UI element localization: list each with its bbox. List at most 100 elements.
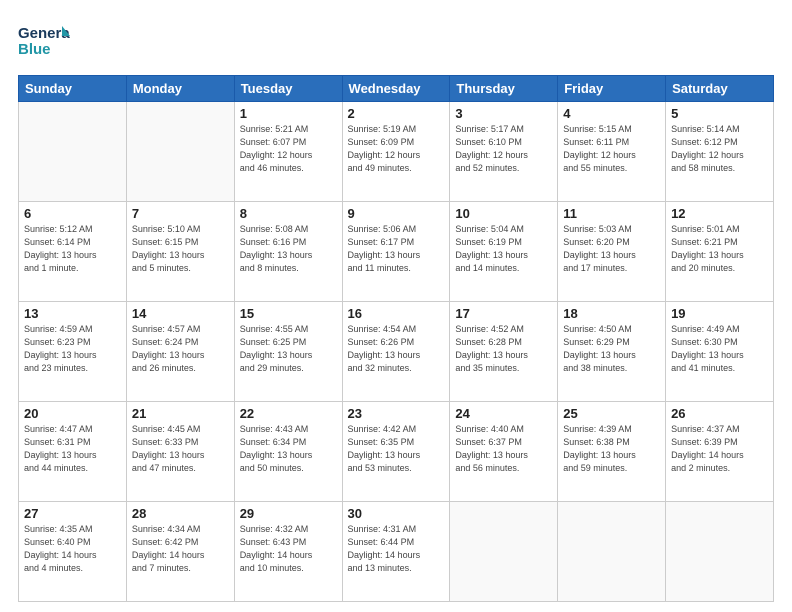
calendar-cell <box>126 102 234 202</box>
day-info: Sunrise: 4:47 AM Sunset: 6:31 PM Dayligh… <box>24 423 121 475</box>
day-number: 10 <box>455 206 552 221</box>
day-number: 22 <box>240 406 337 421</box>
week-row-5: 27Sunrise: 4:35 AM Sunset: 6:40 PM Dayli… <box>19 502 774 602</box>
calendar-cell: 29 Sunrise: 4:32 AM Sunset: 6:43 PM Dayli… <box>234 502 342 602</box>
calendar-cell: 8Sunrise: 5:08 AM Sunset: 6:16 PM Daylig… <box>234 202 342 302</box>
day-number: 28 <box>132 506 229 521</box>
day-info: Sunrise: 5:04 AM Sunset: 6:19 PM Dayligh… <box>455 223 552 275</box>
calendar-cell: 23 Sunrise: 4:42 AM Sunset: 6:35 PM Dayli… <box>342 402 450 502</box>
day-info: Sunrise: 4:54 AM Sunset: 6:26 PM Dayligh… <box>348 323 445 375</box>
calendar-cell: 16 Sunrise: 4:54 AM Sunset: 6:26 PM Dayli… <box>342 302 450 402</box>
day-number: 21 <box>132 406 229 421</box>
day-number: 23 <box>348 406 445 421</box>
calendar-cell: 28 Sunrise: 4:34 AM Sunset: 6:42 PM Dayli… <box>126 502 234 602</box>
day-info: Sunrise: 4:55 AM Sunset: 6:25 PM Dayligh… <box>240 323 337 375</box>
day-info: Sunrise: 4:57 AM Sunset: 6:24 PM Dayligh… <box>132 323 229 375</box>
calendar-cell: 24 Sunrise: 4:40 AM Sunset: 6:37 PM Dayli… <box>450 402 558 502</box>
week-row-3: 13Sunrise: 4:59 AM Sunset: 6:23 PM Dayli… <box>19 302 774 402</box>
logo: General Blue <box>18 18 70 67</box>
calendar-cell: 1 Sunrise: 5:21 AM Sunset: 6:07 PM Daylig… <box>234 102 342 202</box>
day-info: Sunrise: 4:32 AM Sunset: 6:43 PM Dayligh… <box>240 523 337 575</box>
day-number: 12 <box>671 206 768 221</box>
calendar-cell <box>666 502 774 602</box>
day-number: 17 <box>455 306 552 321</box>
week-row-1: 1 Sunrise: 5:21 AM Sunset: 6:07 PM Daylig… <box>19 102 774 202</box>
calendar-cell: 5 Sunrise: 5:14 AM Sunset: 6:12 PM Daylig… <box>666 102 774 202</box>
day-info: Sunrise: 4:42 AM Sunset: 6:35 PM Dayligh… <box>348 423 445 475</box>
day-info: Sunrise: 5:19 AM Sunset: 6:09 PM Dayligh… <box>348 123 445 175</box>
weekday-header-saturday: Saturday <box>666 76 774 102</box>
calendar-table: SundayMondayTuesdayWednesdayThursdayFrid… <box>18 75 774 602</box>
weekday-header-tuesday: Tuesday <box>234 76 342 102</box>
day-info: Sunrise: 4:39 AM Sunset: 6:38 PM Dayligh… <box>563 423 660 475</box>
day-info: Sunrise: 5:14 AM Sunset: 6:12 PM Dayligh… <box>671 123 768 175</box>
calendar-cell: 4 Sunrise: 5:15 AM Sunset: 6:11 PM Daylig… <box>558 102 666 202</box>
day-info: Sunrise: 5:01 AM Sunset: 6:21 PM Dayligh… <box>671 223 768 275</box>
calendar-cell: 2 Sunrise: 5:19 AM Sunset: 6:09 PM Daylig… <box>342 102 450 202</box>
calendar-cell: 21 Sunrise: 4:45 AM Sunset: 6:33 PM Dayli… <box>126 402 234 502</box>
day-info: Sunrise: 5:17 AM Sunset: 6:10 PM Dayligh… <box>455 123 552 175</box>
page: General Blue SundayMondayTuesdayWednesda… <box>0 0 792 612</box>
day-info: Sunrise: 4:43 AM Sunset: 6:34 PM Dayligh… <box>240 423 337 475</box>
day-number: 6 <box>24 206 121 221</box>
day-number: 2 <box>348 106 445 121</box>
day-number: 9 <box>348 206 445 221</box>
weekday-header-sunday: Sunday <box>19 76 127 102</box>
calendar-cell: 6Sunrise: 5:12 AM Sunset: 6:14 PM Daylig… <box>19 202 127 302</box>
weekday-header-row: SundayMondayTuesdayWednesdayThursdayFrid… <box>19 76 774 102</box>
calendar-cell: 20 Sunrise: 4:47 AM Sunset: 6:31 PM Dayli… <box>19 402 127 502</box>
calendar-cell: 9Sunrise: 5:06 AM Sunset: 6:17 PM Daylig… <box>342 202 450 302</box>
calendar-cell: 19Sunrise: 4:49 AM Sunset: 6:30 PM Dayli… <box>666 302 774 402</box>
calendar-cell: 14Sunrise: 4:57 AM Sunset: 6:24 PM Dayli… <box>126 302 234 402</box>
calendar-cell: 27Sunrise: 4:35 AM Sunset: 6:40 PM Dayli… <box>19 502 127 602</box>
day-info: Sunrise: 4:52 AM Sunset: 6:28 PM Dayligh… <box>455 323 552 375</box>
calendar-cell: 10 Sunrise: 5:04 AM Sunset: 6:19 PM Dayli… <box>450 202 558 302</box>
day-info: Sunrise: 5:03 AM Sunset: 6:20 PM Dayligh… <box>563 223 660 275</box>
day-number: 7 <box>132 206 229 221</box>
week-row-2: 6Sunrise: 5:12 AM Sunset: 6:14 PM Daylig… <box>19 202 774 302</box>
day-info: Sunrise: 4:50 AM Sunset: 6:29 PM Dayligh… <box>563 323 660 375</box>
day-info: Sunrise: 5:10 AM Sunset: 6:15 PM Dayligh… <box>132 223 229 275</box>
day-number: 24 <box>455 406 552 421</box>
day-number: 13 <box>24 306 121 321</box>
calendar-cell <box>558 502 666 602</box>
day-number: 5 <box>671 106 768 121</box>
calendar-cell: 12 Sunrise: 5:01 AM Sunset: 6:21 PM Dayli… <box>666 202 774 302</box>
day-number: 30 <box>348 506 445 521</box>
calendar-cell <box>450 502 558 602</box>
calendar-cell <box>19 102 127 202</box>
header: General Blue <box>18 18 774 67</box>
logo-icon: General Blue <box>18 18 70 62</box>
day-info: Sunrise: 4:31 AM Sunset: 6:44 PM Dayligh… <box>348 523 445 575</box>
week-row-4: 20 Sunrise: 4:47 AM Sunset: 6:31 PM Dayli… <box>19 402 774 502</box>
day-info: Sunrise: 5:08 AM Sunset: 6:16 PM Dayligh… <box>240 223 337 275</box>
day-number: 11 <box>563 206 660 221</box>
weekday-header-monday: Monday <box>126 76 234 102</box>
calendar-cell: 26 Sunrise: 4:37 AM Sunset: 6:39 PM Dayli… <box>666 402 774 502</box>
day-number: 19 <box>671 306 768 321</box>
weekday-header-wednesday: Wednesday <box>342 76 450 102</box>
calendar-cell: 17 Sunrise: 4:52 AM Sunset: 6:28 PM Dayli… <box>450 302 558 402</box>
day-number: 26 <box>671 406 768 421</box>
day-info: Sunrise: 4:37 AM Sunset: 6:39 PM Dayligh… <box>671 423 768 475</box>
day-number: 1 <box>240 106 337 121</box>
day-number: 4 <box>563 106 660 121</box>
day-info: Sunrise: 4:40 AM Sunset: 6:37 PM Dayligh… <box>455 423 552 475</box>
calendar-cell: 7 Sunrise: 5:10 AM Sunset: 6:15 PM Daylig… <box>126 202 234 302</box>
calendar-cell: 13Sunrise: 4:59 AM Sunset: 6:23 PM Dayli… <box>19 302 127 402</box>
weekday-header-thursday: Thursday <box>450 76 558 102</box>
day-info: Sunrise: 4:34 AM Sunset: 6:42 PM Dayligh… <box>132 523 229 575</box>
day-number: 18 <box>563 306 660 321</box>
day-number: 29 <box>240 506 337 521</box>
day-number: 16 <box>348 306 445 321</box>
day-info: Sunrise: 4:45 AM Sunset: 6:33 PM Dayligh… <box>132 423 229 475</box>
calendar-cell: 22 Sunrise: 4:43 AM Sunset: 6:34 PM Dayli… <box>234 402 342 502</box>
day-info: Sunrise: 5:21 AM Sunset: 6:07 PM Dayligh… <box>240 123 337 175</box>
calendar-cell: 15 Sunrise: 4:55 AM Sunset: 6:25 PM Dayli… <box>234 302 342 402</box>
weekday-header-friday: Friday <box>558 76 666 102</box>
day-info: Sunrise: 5:15 AM Sunset: 6:11 PM Dayligh… <box>563 123 660 175</box>
day-number: 20 <box>24 406 121 421</box>
calendar-cell: 30 Sunrise: 4:31 AM Sunset: 6:44 PM Dayli… <box>342 502 450 602</box>
day-number: 15 <box>240 306 337 321</box>
day-number: 25 <box>563 406 660 421</box>
